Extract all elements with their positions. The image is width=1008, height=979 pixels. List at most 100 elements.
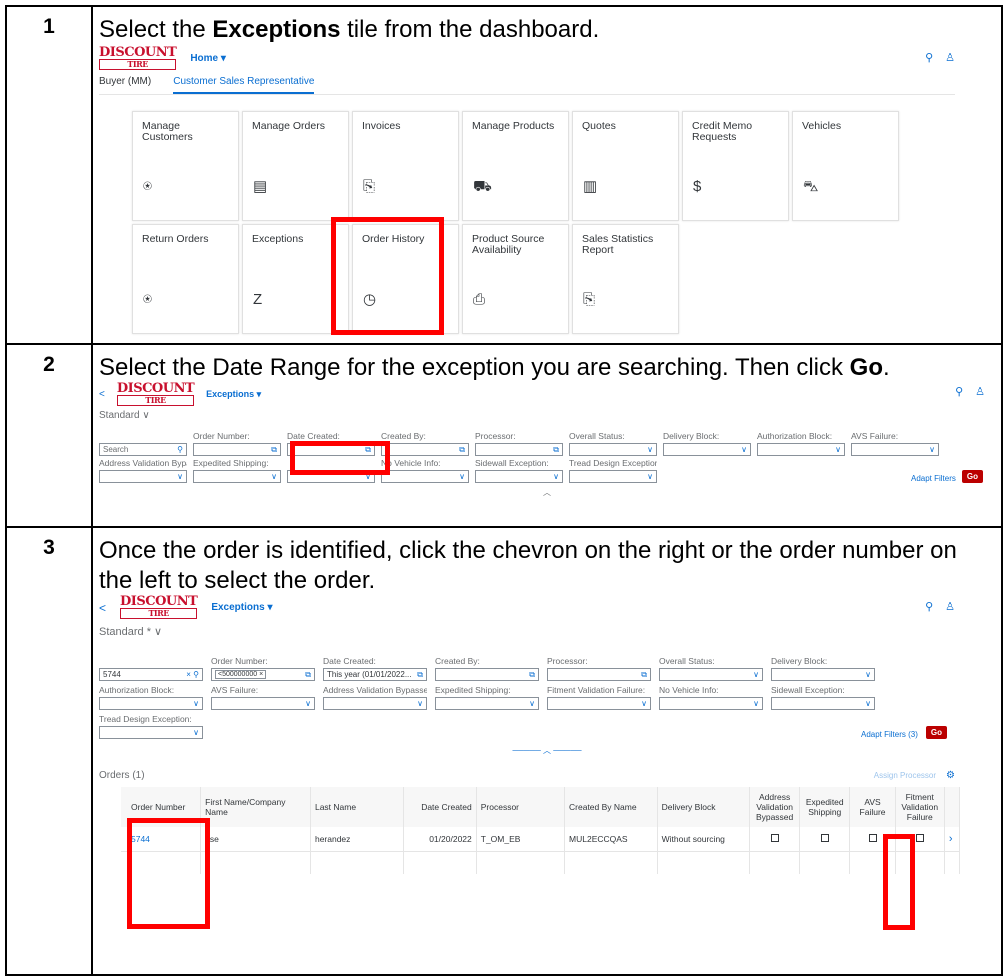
overall-status-select[interactable]: ∨ (659, 668, 763, 681)
authorization-block-select[interactable]: ∨ (757, 443, 845, 456)
fitment-validation-select[interactable]: ∨ (547, 697, 651, 710)
highlight-row-chevron (883, 834, 915, 930)
created-by-input[interactable]: ⧉ (381, 443, 469, 456)
avs-failure-select[interactable]: ∨ (851, 443, 939, 456)
tab-buyer[interactable]: Buyer (MM) (99, 76, 151, 94)
no-vehicle-info-select[interactable]: ∨ (659, 697, 763, 710)
highlight-order-number (127, 818, 210, 929)
step-instruction: Once the order is identified, click the … (99, 537, 957, 594)
search-input[interactable]: Search ⚲ (99, 443, 187, 456)
sidewall-exception-select[interactable]: ∨ (475, 470, 563, 483)
app-title-menu[interactable]: Exceptions ▾ (206, 389, 261, 400)
tile-invoices[interactable]: Invoices ⎘ (352, 111, 459, 221)
authorization-block-select[interactable]: ∨ (99, 697, 203, 710)
value-help-icon: ⧉ (553, 444, 559, 454)
collapse-header-icon[interactable]: ︿ (99, 487, 995, 498)
step-number: 2 (7, 345, 93, 526)
dashboard-screenshot: DISCOUNT TIRE Home ▾ ⚲ ♙ Buyer (MM) Custom… (99, 45, 995, 335)
sidewall-exception-select[interactable]: ∨ (771, 697, 875, 710)
tile-return-orders[interactable]: Return Orders ⍟ (132, 224, 239, 334)
return-icon: ⍟ (143, 291, 153, 308)
order-number-input[interactable]: <500000000 × ⧉ (211, 668, 315, 681)
invoice-icon: ⎘ (363, 178, 376, 195)
checkbox[interactable] (820, 834, 829, 842)
address-validation-select[interactable]: ∨ (99, 470, 187, 483)
car-icon: ⛍ (803, 178, 819, 195)
tile-vehicles[interactable]: Vehicles ⛍ (792, 111, 899, 221)
search-icon[interactable]: ⚲ (955, 386, 963, 398)
processor-input[interactable]: ⧉ (547, 668, 651, 681)
tile-sales-statistics[interactable]: Sales Statistics Report ⎘ (572, 224, 679, 334)
tile-grid: Manage Customers ⍟ Manage Orders ▤ Invoice… (132, 111, 995, 334)
order-number-token[interactable]: <500000000 × (215, 670, 267, 679)
customer-icon: ⍟ (143, 178, 153, 195)
overall-status-select[interactable]: ∨ (569, 443, 657, 456)
row-chevron-right-icon[interactable]: › (944, 827, 961, 852)
collapse-header-icon[interactable]: ───── ︿ ───── (99, 745, 995, 756)
tread-design-select[interactable]: ∨ (569, 470, 657, 483)
gear-icon[interactable]: ⚙ (946, 770, 955, 781)
step-number: 3 (7, 528, 93, 974)
no-vehicle-info-select[interactable]: ∨ (381, 470, 469, 483)
adapt-filters-link[interactable]: Adapt Filters (3) (861, 730, 918, 739)
assign-processor-button[interactable]: Assign Processor (874, 771, 936, 780)
variant-selector[interactable]: Standard ∨ (99, 410, 995, 421)
step-content: Once the order is identified, click the … (93, 528, 1001, 974)
chevron-down-icon: ∨ (741, 445, 747, 454)
expedited-shipping-select[interactable]: ∨ (193, 470, 281, 483)
back-chevron-icon[interactable]: < (99, 601, 106, 615)
instruction-table: 1 Select the Exceptions tile from the da… (5, 5, 1003, 976)
orders-screenshot: < DISCOUNT TIRE Exceptions ▾ ⚲ ♙ Standard … (99, 594, 995, 930)
order-number-input[interactable]: ⧉ (193, 443, 281, 456)
search-input[interactable]: 5744 × ⚲ (99, 668, 203, 681)
table-row[interactable]: 5744 ose herandez 01/20/2022 T_OM_EB MUL… (121, 827, 961, 852)
adapt-filters-link[interactable]: Adapt Filters (911, 474, 956, 483)
delivery-block-select[interactable]: ∨ (663, 443, 751, 456)
money-icon: $ (693, 178, 702, 195)
checkbox[interactable] (868, 834, 877, 842)
discount-tire-logo: DISCOUNT TIRE (116, 381, 195, 406)
go-button[interactable]: Go (961, 470, 983, 483)
tile-manage-customers[interactable]: Manage Customers ⍟ (132, 111, 239, 221)
search-icon[interactable]: ⚲ (925, 52, 933, 64)
checkbox[interactable] (770, 834, 779, 842)
expedited-shipping-select[interactable]: ∨ (435, 697, 539, 710)
search-icon[interactable]: ⚲ (925, 601, 933, 613)
tile-manage-products[interactable]: Manage Products ⛟ (462, 111, 569, 221)
go-button[interactable]: Go (925, 726, 947, 739)
step-row-2: 2 Select the Date Range for the exceptio… (7, 345, 1001, 528)
user-icon[interactable]: ♙ (945, 601, 955, 613)
address-validation-select[interactable]: ∨ (323, 697, 427, 710)
user-icon[interactable]: ♙ (945, 52, 955, 64)
back-chevron-icon[interactable]: < (99, 389, 105, 400)
report-icon: ⎘ (583, 291, 596, 308)
step-row-1: 1 Select the Exceptions tile from the da… (7, 7, 1001, 345)
avs-failure-select[interactable]: ∨ (211, 697, 315, 710)
tile-product-source[interactable]: Product Source Availability ⎙ (462, 224, 569, 334)
tile-quotes[interactable]: Quotes ▥ (572, 111, 679, 221)
tread-design-select[interactable]: ∨ (99, 726, 203, 739)
search-clear-icon: × ⚲ (186, 670, 199, 679)
date-created-input[interactable]: This year (01/01/2022... ⧉ (323, 668, 427, 681)
tile-manage-orders[interactable]: Manage Orders ▤ (242, 111, 349, 221)
value-help-icon: ⧉ (459, 444, 465, 454)
created-by-input[interactable]: ⧉ (435, 668, 539, 681)
app-title-menu[interactable]: Home ▾ (190, 53, 226, 64)
tile-credit-memo[interactable]: Credit Memo Requests $ (682, 111, 789, 221)
processor-input[interactable]: ⧉ (475, 443, 563, 456)
step-instruction: Select the Exceptions tile from the dash… (99, 16, 600, 43)
step-number: 1 (7, 7, 93, 343)
checkbox[interactable] (915, 834, 924, 842)
product-icon: ⛟ (473, 178, 492, 195)
discount-tire-logo: DISCOUNT TIRE (99, 45, 177, 70)
step-instruction: Select the Date Range for the exception … (99, 354, 890, 381)
delivery-block-select[interactable]: ∨ (771, 668, 875, 681)
orders-title: Orders (1) (99, 770, 145, 781)
app-title-menu[interactable]: Exceptions ▾ (211, 602, 272, 613)
step-row-3: 3 Once the order is identified, click th… (7, 528, 1001, 974)
user-icon[interactable]: ♙ (975, 386, 985, 398)
variant-selector[interactable]: Standard * ∨ (99, 625, 995, 638)
tab-customer-sales-rep[interactable]: Customer Sales Representative (173, 76, 315, 94)
discount-tire-logo: DISCOUNT TIRE (120, 594, 198, 619)
highlight-date-created (290, 441, 390, 475)
